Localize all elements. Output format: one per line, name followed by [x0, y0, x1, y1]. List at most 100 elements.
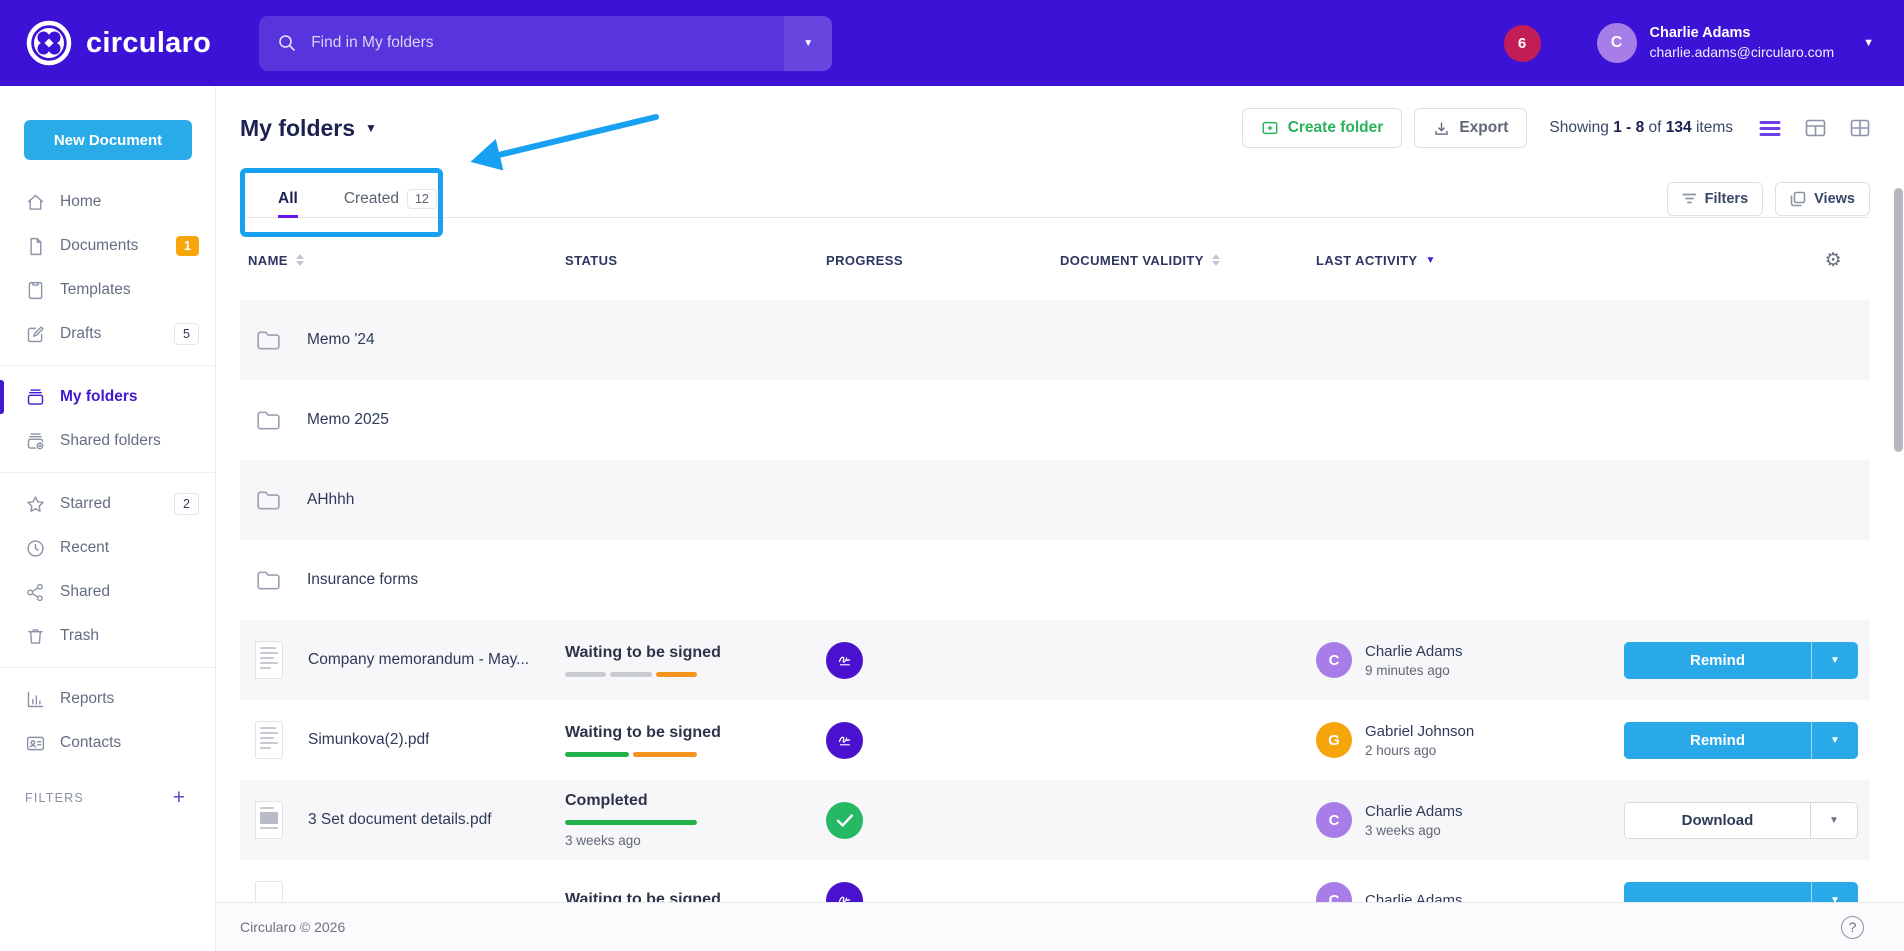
remind-button[interactable]: Remind — [1624, 642, 1811, 679]
remind-button[interactable]: Remind — [1624, 722, 1811, 759]
document-thumbnail — [255, 721, 283, 759]
sidebar-item-home[interactable]: Home — [0, 180, 215, 224]
sort-icon[interactable] — [1212, 254, 1220, 266]
sidebar-item-trash[interactable]: Trash — [0, 614, 215, 658]
shared-folders-icon — [24, 430, 46, 452]
folder-row[interactable]: AHhhh — [240, 460, 1870, 540]
signature-pending-icon — [826, 642, 863, 679]
search-icon — [277, 33, 297, 53]
activity-time: 9 minutes ago — [1365, 663, 1463, 678]
grid-view-icon[interactable] — [1850, 119, 1870, 137]
sidebar-item-label: Home — [60, 193, 101, 211]
sidebar-item-recent[interactable]: Recent — [0, 526, 215, 570]
page-title-caret-icon[interactable]: ▼ — [365, 121, 377, 135]
sort-icon[interactable] — [296, 254, 304, 266]
document-row[interactable]: 3 Set document details.pdf Completed3 we… — [240, 780, 1870, 860]
activity-user-name: Charlie Adams — [1365, 803, 1463, 820]
document-thumbnail — [255, 801, 283, 839]
action-dropdown-caret[interactable]: ▼ — [1811, 722, 1858, 759]
sidebar-item-documents[interactable]: Documents1 — [0, 224, 215, 268]
list-view-icon[interactable] — [1759, 120, 1781, 137]
sidebar-item-badge: 5 — [174, 323, 199, 345]
status-text: Completed — [565, 792, 826, 810]
sidebar-item-label: Contacts — [60, 734, 121, 752]
filters-button[interactable]: Filters — [1667, 182, 1764, 216]
export-button[interactable]: Export — [1414, 108, 1527, 148]
new-document-button[interactable]: New Document — [24, 120, 192, 160]
folder-row[interactable]: Memo '24 — [240, 300, 1870, 380]
column-header-status[interactable]: STATUS — [565, 253, 826, 268]
sidebar-item-contacts[interactable]: Contacts — [0, 721, 215, 765]
tabs-bar: All Created 12 Filters Vi — [240, 180, 1870, 218]
sidebar: New Document Home Documents1 Templates D… — [0, 86, 216, 951]
sort-desc-icon[interactable]: ▼ — [1426, 255, 1436, 266]
sidebar-item-label: Documents — [60, 237, 138, 255]
signature-pending-icon — [826, 722, 863, 759]
sidebar-item-my-folders[interactable]: My folders — [0, 375, 215, 419]
help-button[interactable]: ? — [1841, 916, 1864, 939]
sidebar-item-templates[interactable]: Templates — [0, 268, 215, 312]
folder-row[interactable]: Memo 2025 — [240, 380, 1870, 460]
sidebar-item-drafts[interactable]: Drafts5 — [0, 312, 215, 356]
table-header-row: NAME STATUS PROGRESS DOCUMENT VALIDITY L… — [240, 236, 1870, 284]
sidebar-item-label: Starred — [60, 495, 111, 513]
action-button[interactable] — [1624, 882, 1811, 903]
action-dropdown-caret[interactable]: ▼ — [1810, 803, 1857, 838]
create-folder-button[interactable]: Create folder — [1242, 108, 1403, 148]
table-settings-gear-icon[interactable]: ⚙ — [1825, 249, 1870, 272]
search-input[interactable]: Find in My folders ▼ — [259, 16, 832, 71]
items-count: Showing 1 - 8 of 134 items — [1549, 119, 1733, 137]
brand-logo[interactable]: circularo — [26, 20, 211, 66]
folder-row[interactable]: Insurance forms — [240, 540, 1870, 620]
star-icon — [24, 493, 46, 515]
column-header-document-validity[interactable]: DOCUMENT VALIDITY — [1054, 253, 1316, 268]
folder-plus-icon — [1261, 119, 1279, 137]
reports-icon — [24, 688, 46, 710]
status-time: 3 weeks ago — [565, 833, 826, 848]
add-filter-button[interactable]: + — [173, 787, 185, 808]
column-header-last-activity[interactable]: LAST ACTIVITY ▼ — [1316, 253, 1600, 268]
sidebar-item-label: Shared — [60, 583, 110, 601]
action-dropdown-caret[interactable]: ▼ — [1811, 882, 1858, 903]
sidebar-item-badge: 2 — [174, 493, 199, 515]
status-text: Waiting to be signed — [565, 724, 826, 742]
row-action-split-button: Remind ▼ — [1624, 722, 1858, 759]
page-title[interactable]: My folders — [240, 115, 355, 142]
document-row[interactable]: Simunkova(2).pdf Waiting to be signed G … — [240, 700, 1870, 780]
activity-user-name: Charlie Adams — [1365, 892, 1463, 903]
notifications-badge[interactable]: 6 — [1504, 25, 1541, 62]
activity-avatar: C — [1316, 882, 1352, 902]
row-name: AHhhh — [307, 491, 354, 509]
tab-all[interactable]: All — [278, 180, 298, 218]
sidebar-filters-section: FILTERS + — [0, 787, 215, 808]
user-name: Charlie Adams — [1650, 24, 1835, 43]
drafts-icon — [24, 323, 46, 345]
user-email: charlie.adams@circularo.com — [1650, 43, 1835, 61]
activity-avatar: C — [1316, 802, 1352, 838]
folder-icon — [255, 488, 282, 512]
tab-created[interactable]: Created 12 — [344, 180, 437, 218]
column-header-name[interactable]: NAME — [240, 253, 565, 268]
sidebar-item-starred[interactable]: Starred 2 — [0, 482, 215, 526]
document-row[interactable]: Waiting to be signed C Charlie Adams ▼ — [240, 860, 1870, 902]
views-button[interactable]: Views — [1775, 182, 1870, 216]
sidebar-item-shared[interactable]: Shared — [0, 570, 215, 614]
action-dropdown-caret[interactable]: ▼ — [1811, 642, 1858, 679]
vertical-scrollbar[interactable] — [1894, 188, 1903, 452]
sidebar-item-shared-folders[interactable]: Shared folders — [0, 419, 215, 463]
search-scope-dropdown[interactable]: ▼ — [784, 16, 832, 71]
activity-avatar: C — [1316, 642, 1352, 678]
download-button[interactable]: Download — [1625, 803, 1810, 838]
column-header-progress[interactable]: PROGRESS — [826, 253, 1054, 268]
row-name: Insurance forms — [307, 571, 418, 589]
sidebar-item-label: Trash — [60, 627, 99, 645]
document-row[interactable]: Company memorandum - May... Waiting to b… — [240, 620, 1870, 700]
share-icon — [24, 581, 46, 603]
table-view-icon[interactable] — [1805, 119, 1826, 137]
activity-avatar: G — [1316, 722, 1352, 758]
row-name: Memo '24 — [307, 331, 375, 349]
copyright-text: Circularo © 2026 — [240, 919, 345, 935]
user-menu[interactable]: C Charlie Adams charlie.adams@circularo.… — [1597, 23, 1875, 63]
sidebar-item-reports[interactable]: Reports — [0, 677, 215, 721]
tab-created-count-badge: 12 — [407, 189, 437, 209]
